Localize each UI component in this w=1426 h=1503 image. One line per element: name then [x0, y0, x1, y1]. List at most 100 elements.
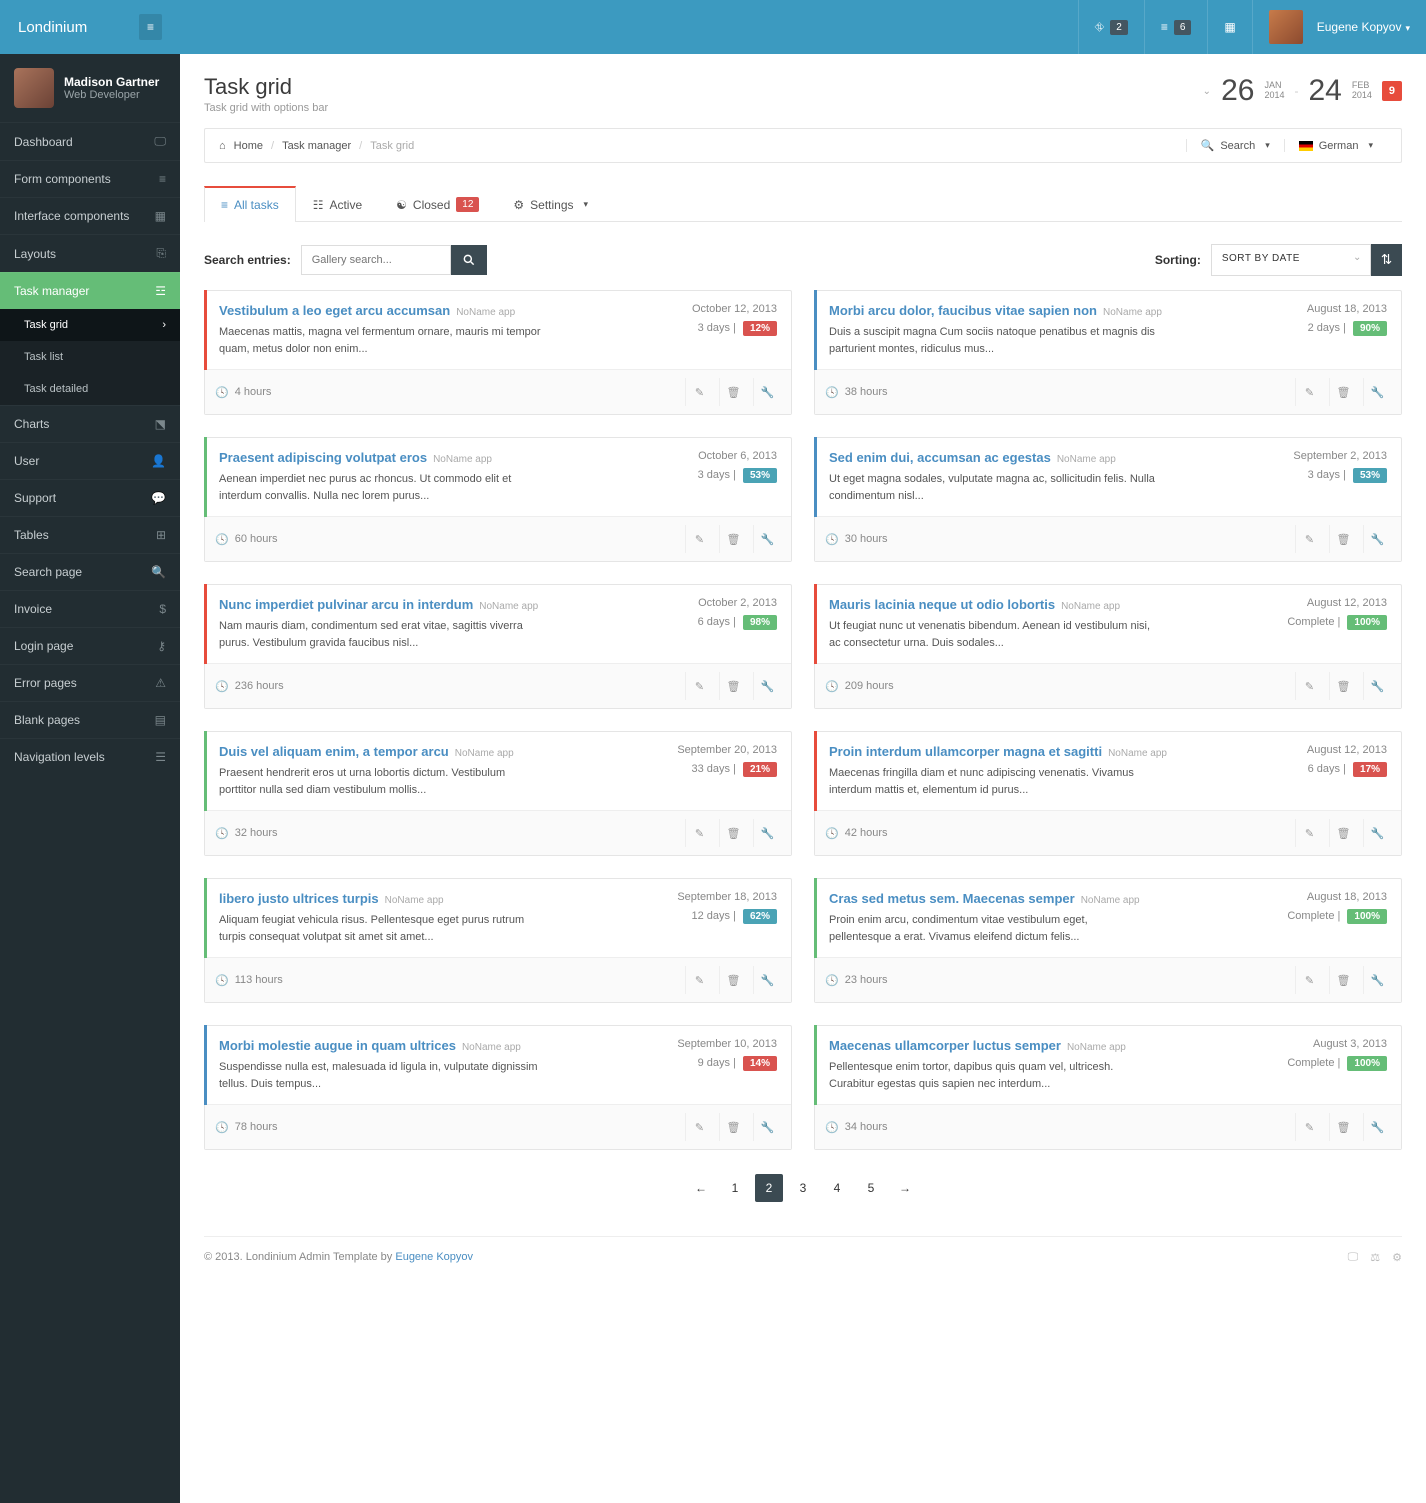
- search-button[interactable]: [451, 245, 487, 275]
- delete-button[interactable]: 🗑: [1329, 966, 1357, 994]
- task-card: libero justo ultrices turpisNoName appAl…: [204, 878, 792, 1003]
- edit-button[interactable]: ✎: [685, 525, 713, 553]
- task-title[interactable]: Vestibulum a leo eget arcu accumsan: [219, 303, 450, 318]
- delete-button[interactable]: 🗑: [1329, 819, 1357, 847]
- page-prev[interactable]: ←: [687, 1174, 715, 1202]
- delete-button[interactable]: 🗑: [1329, 525, 1357, 553]
- delete-button[interactable]: 🗑: [719, 966, 747, 994]
- sidebar-sub-sub_detail[interactable]: Task detailed: [0, 373, 180, 405]
- delete-button[interactable]: 🗑: [719, 819, 747, 847]
- settings-button[interactable]: 🔧: [1363, 819, 1391, 847]
- settings-button[interactable]: 🔧: [753, 378, 781, 406]
- sidebar-sub-sub_list[interactable]: Task list: [0, 341, 180, 373]
- edit-button[interactable]: ✎: [1295, 1113, 1323, 1141]
- settings-button[interactable]: 🔧: [1363, 966, 1391, 994]
- page-4[interactable]: 4: [823, 1174, 851, 1202]
- tab-settings[interactable]: ⚙ Settings: [496, 187, 605, 222]
- edit-button[interactable]: ✎: [685, 966, 713, 994]
- tab-active[interactable]: ☷ Active: [296, 187, 379, 222]
- date-range[interactable]: ⌄ 26 JAN2014 - 24 FEB2014 9: [1203, 74, 1402, 108]
- task-app: NoName app: [1057, 454, 1116, 465]
- top-user[interactable]: Eugene Kopyov: [1252, 0, 1426, 54]
- settings-button[interactable]: 🔧: [753, 966, 781, 994]
- search-input[interactable]: [301, 245, 451, 275]
- edit-button[interactable]: ✎: [1295, 672, 1323, 700]
- task-title[interactable]: Morbi arcu dolor, faucibus vitae sapien …: [829, 303, 1097, 318]
- delete-button[interactable]: 🗑: [1329, 672, 1357, 700]
- edit-button[interactable]: ✎: [1295, 525, 1323, 553]
- page-next[interactable]: →: [891, 1174, 919, 1202]
- brand[interactable]: Londinium ≡: [0, 14, 180, 40]
- sidebar-item-support[interactable]: Support💬: [0, 479, 180, 516]
- delete-button[interactable]: 🗑: [719, 525, 747, 553]
- tab-closed[interactable]: ☯ Closed 12: [379, 186, 496, 222]
- sidebar-sub-sub_grid[interactable]: Task grid›: [0, 309, 180, 341]
- settings-button[interactable]: 🔧: [1363, 525, 1391, 553]
- delete-button[interactable]: 🗑: [1329, 1113, 1357, 1141]
- sidebar-item-invoice[interactable]: Invoice$: [0, 590, 180, 627]
- task-title[interactable]: Morbi molestie augue in quam ultrices: [219, 1038, 456, 1053]
- settings-button[interactable]: 🔧: [753, 672, 781, 700]
- top-list[interactable]: ≡ 6: [1144, 0, 1208, 54]
- task-title[interactable]: Duis vel aliquam enim, a tempor arcu: [219, 744, 449, 759]
- edit-button[interactable]: ✎: [1295, 378, 1323, 406]
- settings-button[interactable]: 🔧: [1363, 672, 1391, 700]
- menu-toggle-icon[interactable]: ≡: [139, 14, 162, 40]
- page-1[interactable]: 1: [721, 1174, 749, 1202]
- crumb-search[interactable]: 🔍 Search: [1186, 139, 1284, 152]
- task-title[interactable]: Proin interdum ullamcorper magna et sagi…: [829, 744, 1102, 759]
- settings-button[interactable]: 🔧: [753, 1113, 781, 1141]
- sidebar-item-login[interactable]: Login page⚷: [0, 627, 180, 664]
- sidebar-item-layouts[interactable]: Layouts⎘: [0, 234, 180, 272]
- footer-author[interactable]: Eugene Kopyov: [395, 1251, 473, 1263]
- task-title[interactable]: Sed enim dui, accumsan ac egestas: [829, 450, 1051, 465]
- edit-button[interactable]: ✎: [685, 1113, 713, 1141]
- settings-button[interactable]: 🔧: [1363, 1113, 1391, 1141]
- task-title[interactable]: Nunc imperdiet pulvinar arcu in interdum: [219, 597, 473, 612]
- page-3[interactable]: 3: [789, 1174, 817, 1202]
- task-title[interactable]: Cras sed metus sem. Maecenas semper: [829, 891, 1075, 906]
- sidebar-item-user[interactable]: User👤: [0, 442, 180, 479]
- delete-button[interactable]: 🗑: [719, 378, 747, 406]
- sidebar-item-tables[interactable]: Tables⊞: [0, 516, 180, 553]
- delete-button[interactable]: 🗑: [719, 1113, 747, 1141]
- monitor-icon[interactable]: 🖵: [1348, 1251, 1359, 1264]
- delete-button[interactable]: 🗑: [1329, 378, 1357, 406]
- settings-button[interactable]: 🔧: [753, 525, 781, 553]
- sort-select[interactable]: SORT BY DATE ⌄: [1211, 244, 1371, 276]
- sidebar-item-interface[interactable]: Interface components▦: [0, 197, 180, 234]
- top-people[interactable]: ⛗ 2: [1078, 0, 1144, 54]
- settings-button[interactable]: 🔧: [753, 819, 781, 847]
- task-title[interactable]: Praesent adipiscing volutpat eros: [219, 450, 427, 465]
- clock-icon: 🕓: [215, 1121, 229, 1134]
- crumb-manager[interactable]: Task manager: [282, 140, 351, 152]
- edit-button[interactable]: ✎: [685, 378, 713, 406]
- top-apps[interactable]: ▦: [1207, 0, 1251, 54]
- sidebar-item-taskmgr[interactable]: Task manager☲: [0, 272, 180, 309]
- task-title[interactable]: Mauris lacinia neque ut odio lobortis: [829, 597, 1055, 612]
- settings-button[interactable]: 🔧: [1363, 378, 1391, 406]
- edit-button[interactable]: ✎: [1295, 819, 1323, 847]
- page-2[interactable]: 2: [755, 1174, 783, 1202]
- edit-button[interactable]: ✎: [685, 672, 713, 700]
- sidebar-item-form[interactable]: Form components≡: [0, 160, 180, 197]
- sidebar-item-error[interactable]: Error pages⚠: [0, 664, 180, 701]
- crumb-home[interactable]: Home: [234, 140, 263, 152]
- scales-icon[interactable]: ⚖: [1370, 1251, 1380, 1264]
- sidebar-item-blank[interactable]: Blank pages▤: [0, 701, 180, 738]
- sidebar-item-charts[interactable]: Charts⬔: [0, 405, 180, 442]
- profile[interactable]: Madison Gartner Web Developer: [0, 54, 180, 122]
- sidebar-item-navlev[interactable]: Navigation levels☰: [0, 738, 180, 775]
- sidebar-item-search[interactable]: Search page🔍: [0, 553, 180, 590]
- sort-button[interactable]: ⇅: [1371, 244, 1402, 276]
- sidebar-item-dashboard[interactable]: Dashboard🖵: [0, 122, 180, 160]
- crumb-language[interactable]: German: [1284, 139, 1387, 152]
- task-title[interactable]: Maecenas ullamcorper luctus semper: [829, 1038, 1061, 1053]
- tab-all[interactable]: ≡ All tasks: [204, 186, 296, 222]
- page-5[interactable]: 5: [857, 1174, 885, 1202]
- edit-button[interactable]: ✎: [685, 819, 713, 847]
- edit-button[interactable]: ✎: [1295, 966, 1323, 994]
- task-title[interactable]: libero justo ultrices turpis: [219, 891, 379, 906]
- gear-icon[interactable]: ⚙: [1392, 1251, 1402, 1264]
- delete-button[interactable]: 🗑: [719, 672, 747, 700]
